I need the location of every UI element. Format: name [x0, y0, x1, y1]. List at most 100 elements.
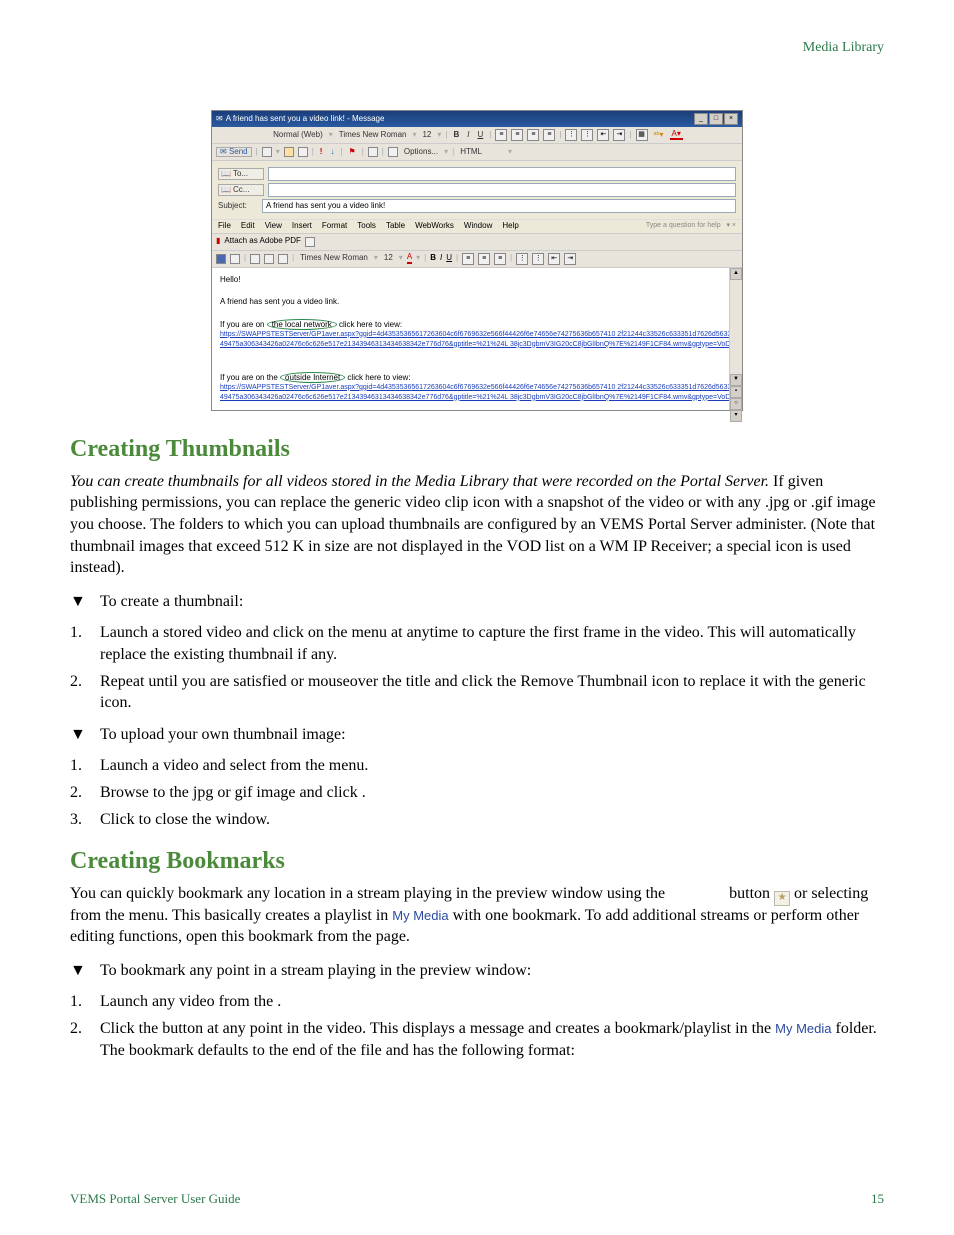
align-center-icon[interactable]: ≡ — [511, 129, 523, 141]
menu-file[interactable]: File — [218, 222, 231, 231]
send-toolbar: ✉ Send | ▾ | ! ↓ | ⚑ | | Options... ▾| H… — [212, 144, 742, 161]
bold-button[interactable]: B — [451, 131, 461, 140]
body-greeting: Hello! — [220, 274, 734, 285]
paste-icon[interactable] — [278, 254, 288, 264]
print-icon[interactable] — [230, 254, 240, 264]
italic-button[interactable]: I — [465, 131, 471, 140]
close-icon[interactable]: × — [724, 113, 738, 125]
cut-icon[interactable] — [250, 254, 260, 264]
cc-input[interactable] — [268, 183, 736, 197]
header-section: Media Library — [803, 40, 884, 56]
window-title: A friend has sent you a video link! - Me… — [226, 115, 385, 124]
options-icon[interactable] — [388, 147, 398, 157]
menu-bar: File Edit View Insert Format Tools Table… — [212, 219, 742, 234]
attach-pdf-bar: ▮ Attach as Adobe PDF — [212, 234, 742, 251]
cc-button[interactable]: 📖Cc... — [218, 184, 264, 197]
local-link[interactable]: https://SWAPPSTESTServer/GP1aver.aspx?gg… — [220, 330, 734, 350]
subject-input[interactable]: A friend has sent you a video link! — [262, 199, 736, 213]
send-button[interactable]: ✉ Send — [216, 147, 252, 158]
importance-high-icon[interactable]: ! — [318, 148, 325, 157]
font-color-icon[interactable]: A▾ — [670, 130, 683, 141]
proc1-title: To create a thumbnail: — [100, 591, 243, 613]
indent-icon[interactable]: ⇥ — [613, 129, 625, 141]
signature-icon[interactable] — [368, 147, 378, 157]
bookmarks-intro: You can quickly bookmark any location in… — [70, 883, 884, 948]
size-select-2[interactable]: 12 — [382, 254, 395, 263]
addressbook-icon[interactable] — [298, 147, 308, 157]
step-number: 2. — [70, 1018, 88, 1061]
menu-tools[interactable]: Tools — [357, 222, 376, 231]
html-button[interactable]: HTML — [458, 148, 484, 157]
menu-table[interactable]: Table — [386, 222, 405, 231]
numlist-icon[interactable]: ⋮ — [532, 253, 544, 265]
to-input[interactable] — [268, 167, 736, 181]
proc2-step2: Browse to the jpg or gif image and click… — [100, 782, 366, 804]
heading-thumbnails: Creating Thumbnails — [70, 436, 884, 463]
italic-button-2[interactable]: I — [440, 254, 442, 263]
align-icon[interactable]: ≡ — [462, 253, 474, 265]
copy-icon[interactable] — [264, 254, 274, 264]
list-icon[interactable]: ⋮ — [516, 253, 528, 265]
footer-title: VEMS Portal Server User Guide — [70, 1191, 240, 1207]
minimize-icon[interactable]: _ — [694, 113, 708, 125]
menu-help[interactable]: Help — [502, 222, 518, 231]
triangle-icon: ▼ — [70, 724, 88, 746]
list-icon[interactable]: ⋮ — [565, 129, 577, 141]
proc2-step3: Click to close the window. — [100, 809, 270, 831]
scroll-split-icon[interactable]: ▪ — [730, 386, 742, 398]
bold-button-2[interactable]: B — [430, 254, 436, 263]
message-body[interactable]: Hello! A friend has sent you a video lin… — [212, 268, 742, 410]
save-icon[interactable] — [262, 147, 272, 157]
star-icon: ★ — [774, 891, 790, 906]
scroll-nav-icon[interactable]: ○ — [730, 398, 742, 410]
scroll-nav-icon[interactable]: ▾ — [730, 410, 742, 422]
menu-insert[interactable]: Insert — [292, 222, 312, 231]
options-button[interactable]: Options... — [402, 148, 440, 157]
scrollbar[interactable]: ▲ ▼ ▪ ○ ▾ — [729, 268, 742, 410]
outdent-icon[interactable]: ⇤ — [548, 253, 560, 265]
size-select[interactable]: 12 — [420, 131, 433, 140]
underline-button[interactable]: U — [476, 131, 486, 140]
pdf-dropdown-icon[interactable] — [305, 237, 315, 247]
font-select-2[interactable]: Times New Roman — [298, 254, 370, 263]
numlist-icon[interactable]: ⋮ — [581, 129, 593, 141]
menu-format[interactable]: Format — [322, 222, 347, 231]
book-icon: 📖 — [221, 186, 231, 195]
attach-icon[interactable] — [284, 147, 294, 157]
scroll-up-icon[interactable]: ▲ — [730, 268, 742, 280]
restore-icon[interactable]: □ — [709, 113, 723, 125]
underline-button-2[interactable]: U — [446, 254, 452, 263]
align-icon[interactable]: ≡ — [478, 253, 490, 265]
menu-window[interactable]: Window — [464, 222, 492, 231]
book-icon: 📖 — [221, 170, 231, 179]
to-button[interactable]: 📖To... — [218, 168, 264, 181]
editor-toolbar: | | Times New Roman ▾ 12 ▾ A▾ | B I U | … — [212, 251, 742, 268]
step-number: 2. — [70, 782, 88, 804]
my-media-label: My Media — [775, 1021, 831, 1036]
footer-page-number: 15 — [871, 1191, 884, 1207]
window-titlebar: ✉ A friend has sent you a video link! - … — [212, 111, 742, 127]
menu-view[interactable]: View — [265, 222, 282, 231]
save-icon[interactable] — [216, 254, 226, 264]
flag-icon[interactable]: ⚑ — [347, 148, 358, 157]
menu-edit[interactable]: Edit — [241, 222, 255, 231]
style-select[interactable]: Normal (Web) — [271, 131, 325, 140]
align-left-icon[interactable]: ≡ — [495, 129, 507, 141]
align-right-icon[interactable]: ≡ — [527, 129, 539, 141]
highlight-icon[interactable]: ᵃᵇ▾ — [652, 131, 666, 140]
outdent-icon[interactable]: ⇤ — [597, 129, 609, 141]
heading-bookmarks: Creating Bookmarks — [70, 848, 884, 875]
align-icon[interactable]: ≡ — [494, 253, 506, 265]
menu-webworks[interactable]: WebWorks — [415, 222, 454, 231]
attach-pdf-label[interactable]: Attach as Adobe PDF — [224, 237, 301, 246]
importance-low-icon[interactable]: ↓ — [328, 148, 336, 157]
font-color-icon-2[interactable]: A — [407, 253, 412, 264]
step-number: 2. — [70, 671, 88, 714]
border-icon[interactable]: ▦ — [636, 129, 648, 141]
font-select[interactable]: Times New Roman — [337, 131, 409, 140]
help-prompt[interactable]: Type a question for help ▾ × — [646, 222, 736, 230]
align-justify-icon[interactable]: ≡ — [543, 129, 555, 141]
scroll-down-icon[interactable]: ▼ — [730, 374, 742, 386]
external-link[interactable]: https://SWAPPSTESTServer/GP1aver.aspx?gg… — [220, 383, 734, 403]
indent-icon[interactable]: ⇥ — [564, 253, 576, 265]
